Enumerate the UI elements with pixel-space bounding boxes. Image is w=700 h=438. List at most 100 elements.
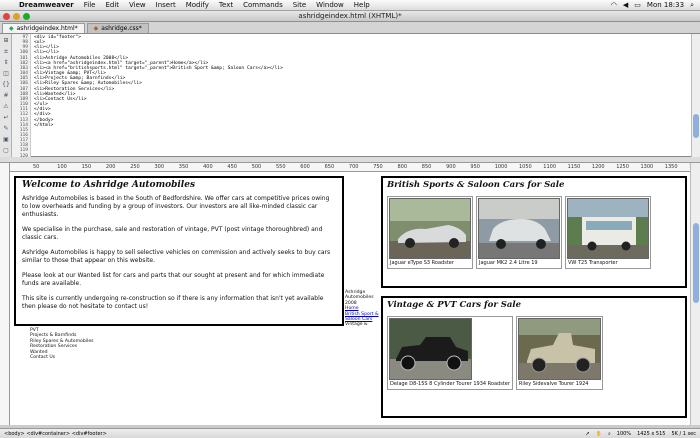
car-card[interactable]: Riley Sidevalve Tourer 1924 [515,316,603,390]
close-icon[interactable] [3,13,10,20]
menu-text[interactable]: Text [214,1,238,9]
document-tabs: ◆ ashridgeindex.html* ◆ ashridge.css* [0,22,700,34]
car-photo[interactable] [389,198,471,259]
ruler-tick-label: 1300 [640,164,654,170]
css-file-icon: ◆ [93,25,99,32]
tab-ashridgeindex[interactable]: ◆ ashridgeindex.html* [2,23,85,33]
line-numbers-icon[interactable]: # [2,92,10,100]
window-title: ashridgeindex.html (XHTML)* [298,12,402,20]
status-bar: <body> <div#container> <div#footer> ➚ ✋ … [0,428,700,438]
collapse-icon[interactable]: ± [2,48,10,56]
ruler-tick-label: 200 [105,164,116,170]
menu-bar: Dreamweaver File Edit View Insert Modify… [0,0,700,11]
menu-commands[interactable]: Commands [238,1,288,9]
zoom-level[interactable]: 100% [617,431,631,437]
balance-braces-icon[interactable]: {} [2,81,10,89]
horizontal-ruler: 50 100 150 200 250 300 350 400 450 500 550 600 650 70… [10,163,700,172]
highlight-invalid-icon[interactable]: ⚠ [2,103,10,111]
car-card[interactable]: VW T25 Transporter [565,196,651,269]
vertical-ruler [0,163,10,425]
welcome-title: Welcome to Ashridge Automobiles [22,180,196,190]
welcome-paragraph: We specialise in the purchase, sale and … [22,226,323,241]
car-card[interactable]: Delage D8-15S 8 Cylinder Tourer 1934 Roa… [387,316,513,390]
welcome-paragraph: Please look at our Wanted list for cars … [22,272,325,287]
ruler-tick-label: 300 [154,164,165,170]
car-photo[interactable] [389,318,472,380]
welcome-paragraph: Ashridge Automobiles is based in the Sou… [22,195,330,218]
minimize-icon[interactable] [13,13,20,20]
zoom-icon[interactable] [23,13,30,20]
menu-window[interactable]: Window [311,1,349,9]
battery-icon[interactable]: ▭ [634,1,641,9]
ruler-tick-label: 1000 [494,164,508,170]
hand-tool-icon[interactable]: ✋ [596,431,602,437]
zoom-tool-icon[interactable]: ⌕ [608,431,611,437]
code-editor[interactable]: <div id="footer"> <ul> <li></li> <li></li> <… [34,35,684,159]
ruler-tick-label: 700 [348,164,359,170]
design-scrollbar[interactable] [690,163,700,425]
tab-label: ashridgeindex.html* [16,25,78,32]
car-card[interactable]: Jaguar eType S3 Roadster [387,196,473,269]
ruler-tick-label: 650 [324,164,335,170]
design-view[interactable]: Welcome to Ashridge Automobiles Ashridge… [10,172,690,425]
clock[interactable]: Mon 18:33 [647,1,684,9]
car-card[interactable]: Jaguar MK2 2.4 Litre 19 [476,196,562,269]
british-cars-title: British Sports & Saloon Cars for Sale [387,180,565,190]
menu-app[interactable]: Dreamweaver [14,1,79,9]
volume-icon[interactable]: ◀ [623,1,628,9]
word-wrap-icon[interactable]: ↵ [2,114,10,122]
download-size: 5K / 1 sec [671,430,696,437]
open-documents-icon[interactable]: ⊞ [2,37,10,45]
menu-file[interactable]: File [79,1,101,9]
code-scrollbar[interactable] [691,34,700,157]
code-view[interactable]: ⊞ ± ⇕ ◫ {} # ⚠ ↵ ✎ ▣ ▢ ⟨⟩ 97989910010110… [0,34,700,165]
car-photo[interactable] [478,198,560,259]
menu-help[interactable]: Help [349,1,375,9]
car-photo[interactable] [517,318,601,380]
coding-toolbar: ⊞ ± ⇕ ◫ {} # ⚠ ↵ ✎ ▣ ▢ ⟨⟩ [0,34,12,165]
spotlight-icon[interactable]: ⌕ [690,1,694,10]
ruler-tick-label: 50 [33,164,40,170]
select-tool-icon[interactable]: ➚ [586,431,590,437]
ruler-tick-label: 950 [470,164,480,170]
wifi-icon[interactable]: ◠ [611,1,617,9]
ruler-tick-label: 800 [397,164,408,170]
syntax-error-icon[interactable]: ✎ [2,125,10,133]
british-cars-panel: British Sports & Saloon Cars for Sale Ja… [381,176,687,288]
ruler-tick-label: 1250 [616,164,629,170]
ruler-tick-label: 350 [178,164,189,170]
ruler-tick-label: 850 [421,164,432,170]
apply-comment-icon[interactable]: ▣ [2,136,10,144]
html-file-icon: ◆ [9,25,14,32]
menu-edit[interactable]: Edit [100,1,124,9]
ruler-tick-label: 1350 [664,164,678,170]
expand-icon[interactable]: ⇕ [2,59,10,67]
ruler-tick-label: 400 [203,164,213,170]
menu-view[interactable]: View [124,1,151,9]
menu-site[interactable]: Site [288,1,311,9]
window-titlebar: ashridgeindex.html (XHTML)* [0,11,700,22]
ruler-tick-label: 500 [251,164,262,170]
remove-comment-icon[interactable]: ▢ [2,147,10,155]
ruler-tick-label: 450 [227,164,237,170]
footer-nav: PVT Projects & Barnfinds Riley Spares & … [30,328,94,360]
ruler-tick-label: 250 [130,164,140,170]
tag-selector[interactable]: <body> <div#container> <div#footer> [4,431,107,437]
ruler-tick-label: 100 [57,164,67,170]
footer-column: Ashridge Automobiles 2008 Home British S… [345,290,379,328]
car-caption: Delage D8-15S 8 Cylinder Tourer 1934 Roa… [390,381,510,387]
ruler-tick-label: 900 [446,164,456,170]
menu-modify[interactable]: Modify [181,1,214,9]
tab-ashridge-css[interactable]: ◆ ashridge.css* [86,23,149,33]
car-caption: Riley Sidevalve Tourer 1924 [518,381,589,387]
car-caption: VW T25 Transporter [568,260,618,266]
ruler-tick-label: 550 [276,164,286,170]
menu-insert[interactable]: Insert [151,1,181,9]
welcome-paragraph: This site is currently undergoing re-con… [22,295,324,310]
select-parent-icon[interactable]: ◫ [2,70,10,78]
ruler-tick-label: 1100 [543,164,557,170]
car-photo[interactable] [567,198,649,259]
footer-nav-item: Contact Us [30,355,56,361]
window-size[interactable]: 1425 x 515 [637,431,665,437]
car-caption: Jaguar MK2 2.4 Litre 19 [479,260,538,266]
